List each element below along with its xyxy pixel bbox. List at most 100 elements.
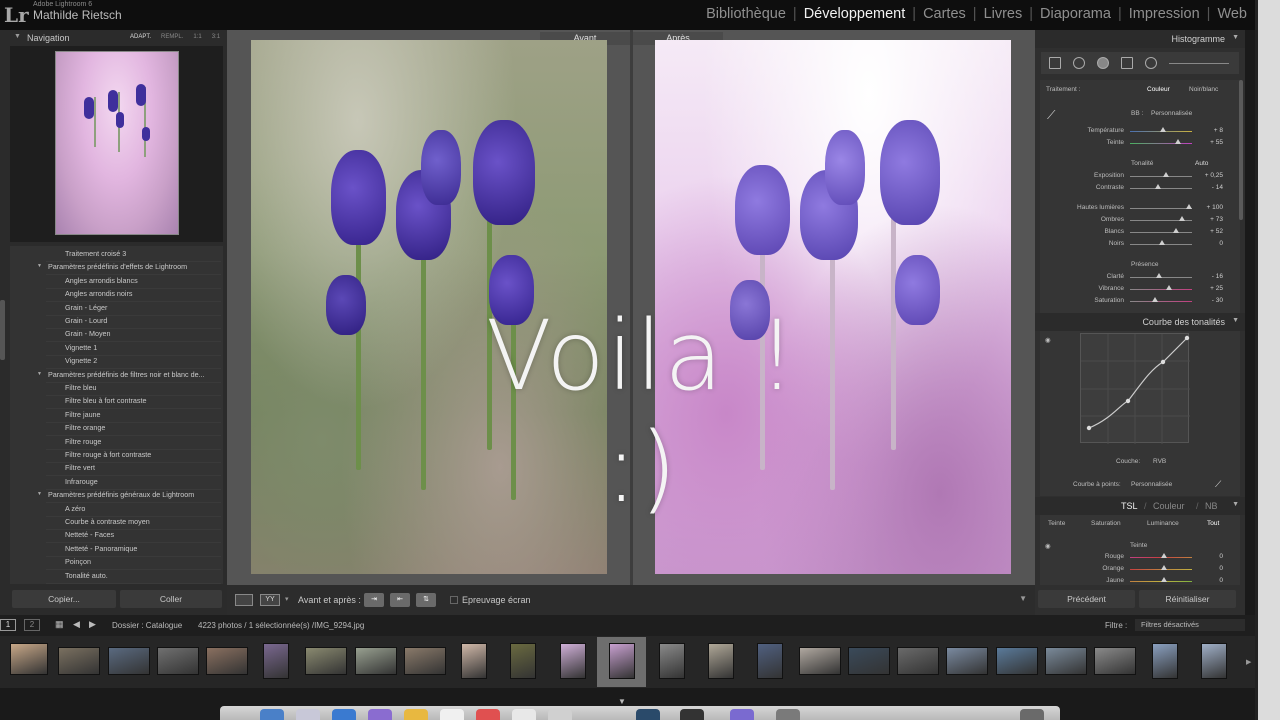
- filmstrip-thumbnail[interactable]: [10, 643, 48, 675]
- point-curve-dropdown[interactable]: Personnalisée: [1131, 481, 1172, 488]
- bw-tab[interactable]: NB: [1205, 501, 1218, 511]
- photo-count-label[interactable]: 4223 photos / 1 sélectionnée(s) /IMG_929…: [198, 621, 364, 630]
- eyedropper-icon[interactable]: ⟋: [1047, 108, 1055, 123]
- filmstrip-thumbnail[interactable]: [1045, 647, 1087, 675]
- temperature-knob[interactable]: [1160, 127, 1166, 132]
- clarity-knob[interactable]: [1156, 273, 1162, 278]
- swap-settings-button[interactable]: ⇅: [416, 593, 436, 607]
- exposure-slider[interactable]: [1130, 176, 1192, 177]
- exposure-value[interactable]: + 0,25: [1193, 172, 1223, 179]
- filmstrip-thumbnail[interactable]: [263, 643, 289, 679]
- hsl-tab[interactable]: TSL: [1121, 501, 1138, 511]
- tone-auto-button[interactable]: Auto: [1195, 160, 1208, 167]
- blacks-knob[interactable]: [1159, 240, 1165, 245]
- vibrance-knob[interactable]: [1166, 285, 1172, 290]
- filmstrip-thumbnail[interactable]: [461, 643, 487, 679]
- histogram-header[interactable]: Histogramme ▼: [1035, 30, 1245, 48]
- wb-dropdown[interactable]: Personnalisée: [1151, 110, 1192, 117]
- graduated-filter-icon[interactable]: [1121, 57, 1133, 69]
- brush-slider[interactable]: [1169, 63, 1229, 64]
- vibrance-slider[interactable]: [1130, 289, 1192, 290]
- filmstrip-thumbnail[interactable]: [206, 647, 248, 675]
- whites-knob[interactable]: [1173, 228, 1179, 233]
- channel-dropdown[interactable]: RVB: [1153, 458, 1166, 465]
- hsl-red-value[interactable]: 0: [1193, 553, 1223, 560]
- hsl-header[interactable]: TSL / Couleur / NB ▼: [1035, 497, 1245, 515]
- hsl-orange-knob[interactable]: [1161, 565, 1167, 570]
- dock-app-icon[interactable]: [440, 709, 464, 720]
- hsl-orange-value[interactable]: 0: [1193, 565, 1223, 572]
- filmstrip-thumbnail[interactable]: [848, 647, 890, 675]
- collapse-triangle-icon[interactable]: ▼: [14, 33, 21, 40]
- dock-app-icon[interactable]: [776, 709, 800, 720]
- module-slideshow[interactable]: Diaporama: [1040, 6, 1111, 22]
- saturation-knob[interactable]: [1152, 297, 1158, 302]
- hsl-subtab-hue[interactable]: Teinte: [1048, 520, 1065, 527]
- copy-after-to-before-button[interactable]: ⇤: [390, 593, 410, 607]
- whites-value[interactable]: + 52: [1193, 228, 1223, 235]
- collapse-triangle-icon[interactable]: ▼: [1232, 34, 1239, 41]
- copy-button[interactable]: Copier...: [12, 590, 116, 608]
- shadows-knob[interactable]: [1179, 216, 1185, 221]
- dock-app-icon[interactable]: [680, 709, 704, 720]
- tint-knob[interactable]: [1175, 139, 1181, 144]
- tone-curve-header[interactable]: Courbe des tonalités ▼: [1035, 313, 1245, 331]
- treatment-bw[interactable]: Noir/blanc: [1189, 86, 1218, 93]
- filmstrip-thumbnail[interactable]: [404, 647, 446, 675]
- color-tab[interactable]: Couleur: [1153, 501, 1185, 511]
- finder-icon[interactable]: [260, 709, 284, 720]
- highlights-knob[interactable]: [1186, 204, 1192, 209]
- contrast-knob[interactable]: [1155, 184, 1161, 189]
- zoom-1-1[interactable]: 1:1: [193, 34, 201, 40]
- filmstrip-thumbnail[interactable]: [58, 647, 100, 675]
- navigator-thumbnail[interactable]: [55, 51, 179, 235]
- hsl-red-knob[interactable]: [1161, 553, 1167, 558]
- navigator-header[interactable]: ▼ Navigation ADAPT. REMPL. 1:1 3:1: [0, 30, 227, 46]
- safari-icon[interactable]: [332, 709, 356, 720]
- filmstrip-thumbnail[interactable]: [1201, 643, 1227, 679]
- filmstrip-thumbnail[interactable]: [799, 647, 841, 675]
- dock-app-icon[interactable]: [512, 709, 536, 720]
- hsl-subtab-all[interactable]: Tout: [1207, 520, 1219, 527]
- hsl-yellow-value[interactable]: 0: [1193, 577, 1223, 584]
- zoom-fill[interactable]: REMPL.: [161, 34, 183, 40]
- collapse-triangle-icon[interactable]: ▼: [1232, 501, 1239, 508]
- navigator-preview[interactable]: [10, 46, 223, 242]
- back-arrow-icon[interactable]: ◀: [73, 619, 80, 630]
- dock-app-icon[interactable]: [476, 709, 500, 720]
- collapse-triangle-icon[interactable]: ▼: [1232, 317, 1239, 324]
- zoom-3-1[interactable]: 3:1: [212, 34, 220, 40]
- loupe-view-icon[interactable]: [235, 594, 253, 606]
- reset-button[interactable]: Réinitialiser: [1139, 590, 1236, 608]
- saturation-value[interactable]: - 30: [1193, 297, 1223, 304]
- exposure-knob[interactable]: [1163, 172, 1169, 177]
- screen-2-button[interactable]: 2: [24, 619, 40, 631]
- lightroom-dock-icon[interactable]: [636, 709, 660, 720]
- forward-arrow-icon[interactable]: ▶: [89, 619, 96, 630]
- red-eye-icon[interactable]: [1097, 57, 1109, 69]
- filmstrip-thumbnail[interactable]: [510, 643, 536, 679]
- saturation-slider[interactable]: [1130, 301, 1192, 302]
- tone-curve-graph[interactable]: [1080, 333, 1190, 444]
- previous-button[interactable]: Précédent: [1038, 590, 1135, 608]
- shadows-value[interactable]: + 73: [1193, 216, 1223, 223]
- zoom-fit[interactable]: ADAPT.: [130, 34, 151, 40]
- paste-button[interactable]: Coller: [120, 590, 222, 608]
- crop-icon[interactable]: [1049, 57, 1061, 69]
- tint-value[interactable]: + 55: [1193, 139, 1223, 146]
- target-adjust-icon[interactable]: ◉: [1045, 336, 1051, 344]
- filmstrip-thumbnail[interactable]: [108, 647, 150, 675]
- hsl-subtab-saturation[interactable]: Saturation: [1091, 520, 1121, 527]
- filmstrip-thumbnail[interactable]: [609, 643, 635, 679]
- radial-filter-icon[interactable]: [1145, 57, 1157, 69]
- right-scrollbar[interactable]: [1239, 80, 1243, 220]
- module-web[interactable]: Web: [1217, 6, 1247, 22]
- screen-1-button[interactable]: 1: [0, 619, 16, 631]
- filmstrip-scroll-icon[interactable]: ▶: [1246, 658, 1251, 666]
- before-after-view-button[interactable]: YY: [260, 594, 280, 606]
- filmstrip-thumbnail[interactable]: [946, 647, 988, 675]
- dock-app-icon[interactable]: [730, 709, 754, 720]
- temperature-value[interactable]: + 8: [1193, 127, 1223, 134]
- filmstrip-thumbnail[interactable]: [1094, 647, 1136, 675]
- filmstrip-thumbnail[interactable]: [157, 647, 199, 675]
